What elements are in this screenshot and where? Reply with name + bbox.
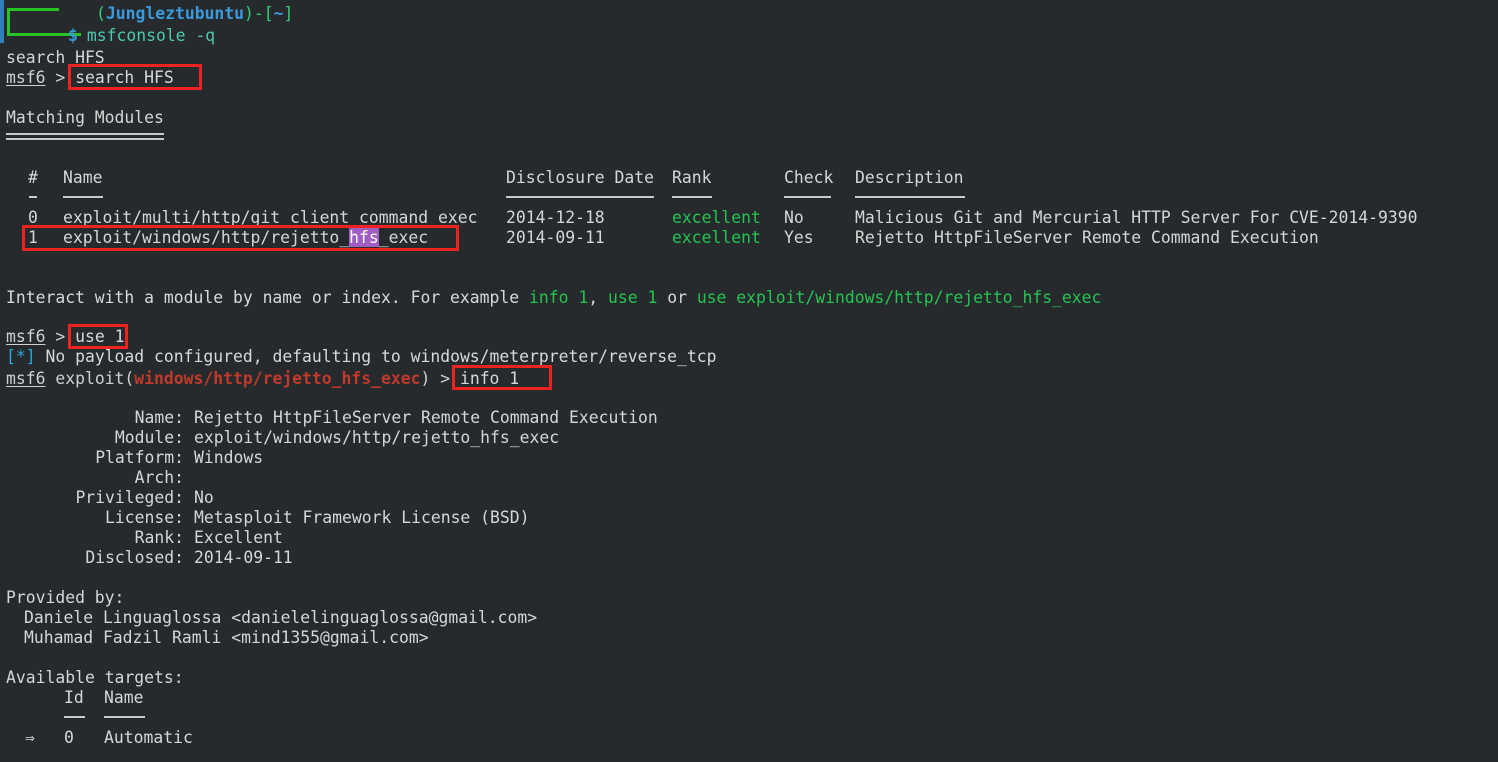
author-entry: Daniele Linguaglossa <danielelinguagloss… [24,608,537,628]
msf-prompt-search-line: msf6 > search HFS [0,68,174,88]
msf-module-prompt-line: msf6 exploit(windows/http/rejetto_hfs_ex… [0,369,519,389]
msf-search-command[interactable]: search HFS [75,68,174,87]
author-entry: Muhamad Fadzil Ramli <mind1355@gmail.com… [24,628,429,648]
available-targets-heading: Available targets: [0,668,184,688]
msf-prompt-arrow: > [45,68,75,87]
interact-hint-comma: , [588,288,608,307]
info-label: Name: [6,408,184,428]
msf-use-command[interactable]: use 1 [75,327,124,346]
info-label: License: [6,508,184,528]
row-name-suffix: _exec [379,228,428,247]
msf-info-command[interactable]: info 1 [460,369,519,388]
targets-rule-name [104,716,145,718]
msf-prompt-name: msf6 [6,327,45,346]
table-header-check: Check [784,168,833,188]
prompt-path: ~ [274,4,284,23]
info-value: Metasploit Framework License (BSD) [194,508,530,528]
row-check: No [784,208,804,228]
interact-hint-example-use: use 1 [608,288,657,307]
info-value: Windows [194,448,263,468]
info-label: Platform: [6,448,184,468]
msf-prompt-use-line: msf6 > use 1 [0,327,124,347]
targets-header-id: Id [64,688,84,708]
prompt-dash: - [254,4,264,23]
paren-open: ( [96,4,106,23]
msf-prompt-name: msf6 [6,369,45,388]
info-label: Rank: [6,528,184,548]
status-marker-icon: [*] [6,347,36,366]
targets-rule-id [64,716,85,718]
terminal-window[interactable]: (Junglezt㈟ubuntu)-[~] $ msfconsole -q sea… [0,0,1498,762]
matching-modules-heading: Matching Modules [0,108,164,128]
interact-hint-or: or [657,288,696,307]
table-rule-name [63,196,103,198]
info-label: Module: [6,428,184,448]
table-header-name: Name [63,168,102,188]
row-name-highlight: hfs [349,228,379,247]
table-rule-check [784,196,831,198]
row-disclosure-date: 2014-09-11 [506,228,605,248]
msfconsole-command: msfconsole -q [87,26,215,45]
target-selected-marker-icon: ⇒ [25,728,35,748]
info-value: exploit/windows/http/rejetto_hfs_exec [194,428,559,448]
info-label: Privileged: [6,488,184,508]
interact-hint-example-info: info 1 [529,288,588,307]
payload-notice-line: [*] No payload configured, defaulting to… [0,347,717,367]
info-value: No [194,488,214,508]
row-name: exploit/multi/http/git_client_command_ex… [63,208,477,228]
target-row-name[interactable]: Automatic [104,728,193,748]
msf-prompt-name: msf6 [6,68,45,87]
table-header-disclosure-date: Disclosure Date [506,168,654,188]
table-rule-rank [672,196,712,198]
row-rank: excellent [672,228,761,248]
info-value: Excellent [194,528,283,548]
row-id: 1 [28,228,38,247]
target-row-id: 0 [64,728,74,748]
table-header-hash: # [28,168,38,188]
interact-hint-text: Interact with a module by name or index.… [6,288,529,307]
row-description: Rejetto HttpFileServer Remote Command Ex… [855,228,1319,248]
row-id: 0 [28,208,38,227]
msf-prompt-close: ) > [420,369,459,388]
table-rule-disclosure-date [506,196,654,198]
prompt-user: Junglezt [106,4,185,23]
msf-prompt-exploit-word: exploit( [45,369,134,388]
table-rule-hash [29,196,37,198]
info-label: Disclosed: [6,548,184,568]
provided-by-heading: Provided by: [0,588,124,608]
row-description: Malicious Git and Mercurial HTTP Server … [855,208,1417,228]
shell-command-line: $ msfconsole -q [68,26,215,46]
paren-close: ) [244,4,254,23]
shell-prompt-line: (Junglezt㈟ubuntu)-[~] [96,4,293,24]
row-name-prefix: exploit/windows/http/rejetto_ [63,228,349,247]
targets-header-name: Name [104,688,143,708]
row-check: Yes [784,228,814,248]
dollar-prompt: $ [68,26,78,45]
row-name: exploit/windows/http/rejetto_hfs_exec [63,228,428,248]
prompt-host: ubuntu [185,4,244,23]
prompt-frame-decoration [7,8,59,36]
row-rank: excellent [672,208,761,228]
info-label: Arch: [6,468,184,488]
terminal-gutter-bar [0,0,4,43]
interact-hint-example-use-full: use exploit/windows/http/rejetto_hfs_exe… [697,288,1102,307]
table-rule-description [855,196,965,198]
info-value: Rejetto HttpFileServer Remote Command Ex… [194,408,658,428]
info-value: 2014-09-11 [194,548,293,568]
msf-prompt-module-path: windows/http/rejetto_hfs_exec [134,369,420,388]
table-header-rank: Rank [672,168,711,188]
bracket-close: ] [284,4,294,23]
row-disclosure-date: 2014-12-18 [506,208,605,228]
bracket-open: [ [264,4,274,23]
echoed-search-command: search HFS [0,48,105,68]
table-row[interactable]: 1 [28,228,38,248]
payload-notice-text [36,347,46,366]
matching-modules-rule-bottom [6,138,164,140]
table-row[interactable]: 0 [28,208,38,228]
payload-notice-message: No payload configured, defaulting to win… [45,347,716,366]
matching-modules-rule-top [6,133,164,135]
msf-prompt-arrow: > [45,327,75,346]
interact-hint-line: Interact with a module by name or index.… [0,288,1101,308]
table-header-description: Description [855,168,964,188]
